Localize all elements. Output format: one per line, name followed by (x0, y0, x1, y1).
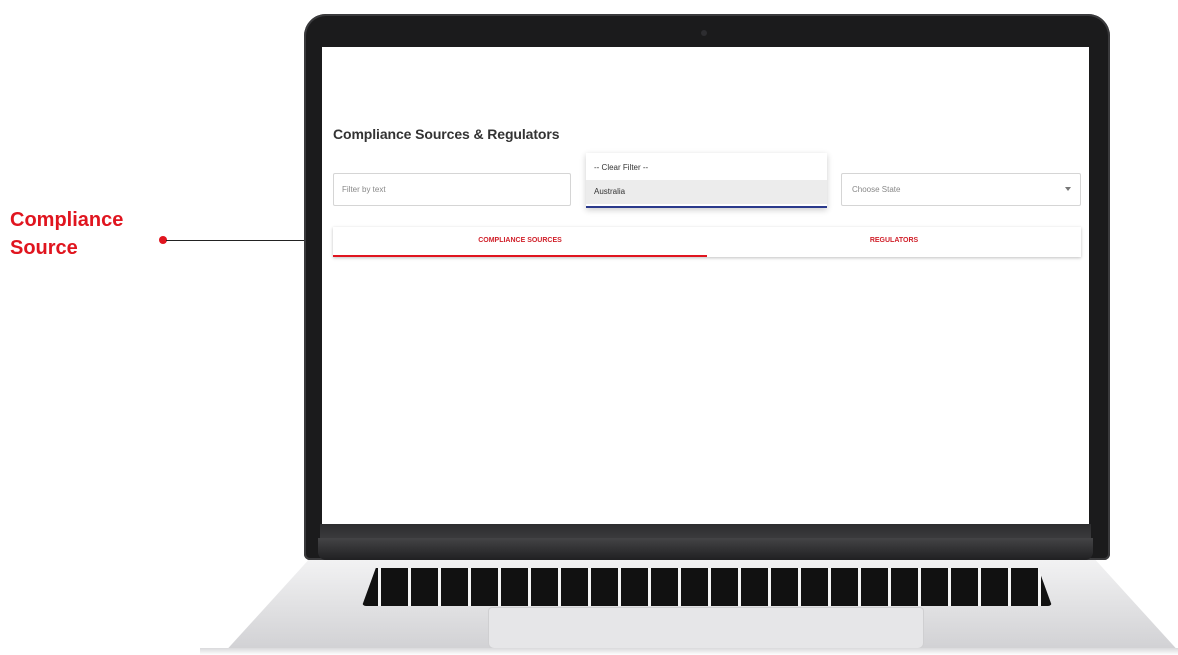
trackpad (488, 607, 924, 649)
tab-bar: COMPLIANCE SOURCES REGULATORS (333, 227, 1081, 257)
tab-regulators[interactable]: REGULATORS (707, 227, 1081, 257)
camera-icon (701, 30, 707, 36)
chevron-down-icon (1065, 187, 1071, 191)
country-dropdown[interactable]: -- Clear Filter -- Australia (586, 153, 827, 208)
filter-text-input[interactable] (333, 173, 571, 206)
callout-label-line1: Compliance (10, 209, 124, 231)
state-select-placeholder: Choose State (852, 185, 901, 194)
callout-label-line2: Source (10, 237, 78, 259)
laptop-bezel-bottom (318, 538, 1093, 560)
laptop-shadow (200, 648, 1178, 655)
state-select[interactable]: Choose State (841, 173, 1081, 206)
page-title: Compliance Sources & Regulators (333, 126, 560, 142)
tab-compliance-sources[interactable]: COMPLIANCE SOURCES (333, 227, 707, 257)
dropdown-option-clear-filter[interactable]: -- Clear Filter -- (586, 156, 827, 180)
laptop-screen: Compliance Sources & Regulators -- Clear… (322, 47, 1089, 524)
dropdown-option-australia[interactable]: Australia (586, 180, 827, 204)
callout-label: Compliance Source (10, 206, 170, 262)
keyboard (362, 568, 1052, 606)
